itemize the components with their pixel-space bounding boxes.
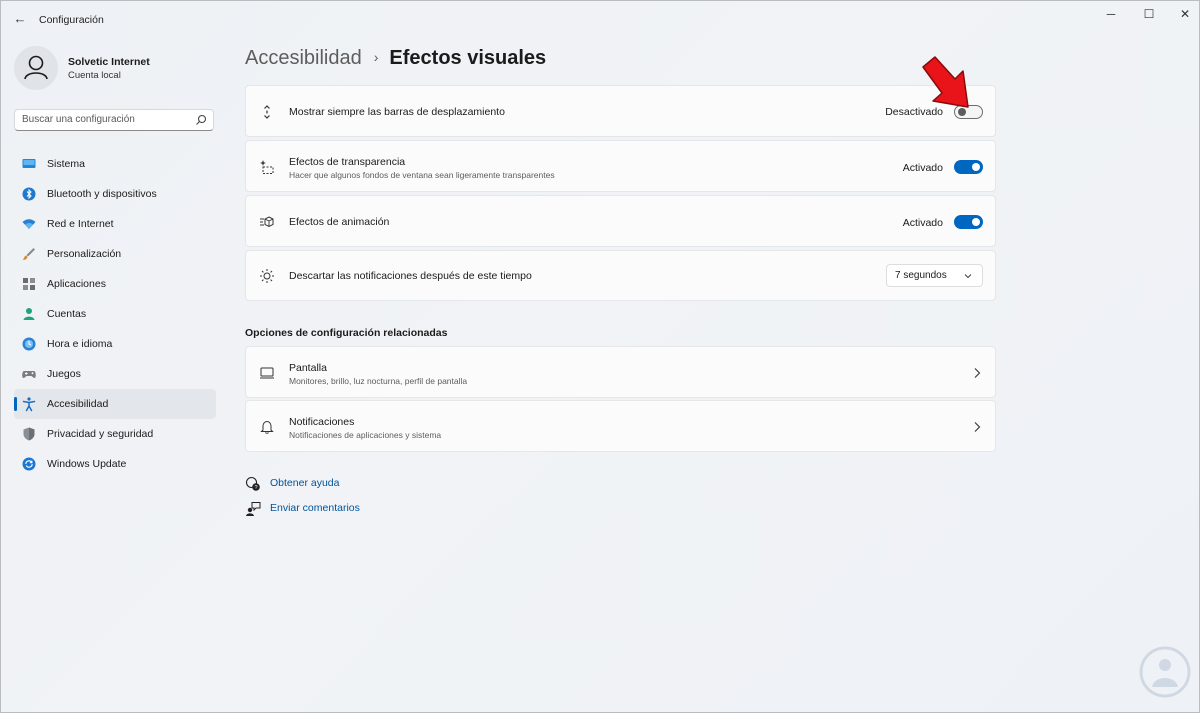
notification-timeout-dropdown[interactable]: 7 segundos xyxy=(886,264,983,287)
title-bar: ← Configuración ─ ☐ ✕ xyxy=(1,1,1199,37)
watermark-logo-icon xyxy=(1139,646,1191,698)
sidebar-item-aplicaciones[interactable]: Aplicaciones xyxy=(14,269,216,299)
animation-toggle[interactable] xyxy=(954,215,983,229)
bluetooth-icon xyxy=(22,187,36,201)
svg-text:?: ? xyxy=(254,485,257,491)
shield-icon xyxy=(23,427,35,441)
related-description: Notificaciones de aplicaciones y sistema xyxy=(289,430,442,440)
notification-timeout-setting: Descartar las notificaciones después de … xyxy=(245,250,996,301)
dropdown-value: 7 segundos xyxy=(895,270,947,281)
sidebar-item-label: Personalización xyxy=(47,248,122,260)
chevron-down-icon xyxy=(964,274,972,279)
avatar[interactable] xyxy=(14,46,58,90)
sidebar-item-label: Accesibilidad xyxy=(47,398,109,410)
related-section-title: Opciones de configuración relacionadas xyxy=(245,327,448,339)
sidebar-item-label: Privacidad y seguridad xyxy=(47,428,154,440)
setting-title: Mostrar siempre las barras de desplazami… xyxy=(289,106,505,118)
sidebar-item-label: Sistema xyxy=(47,158,85,170)
scrollbars-setting: Mostrar siempre las barras de desplazami… xyxy=(245,85,996,137)
annotation-arrow-icon xyxy=(922,56,969,108)
search-box[interactable] xyxy=(14,109,214,131)
display-icon xyxy=(260,367,274,379)
system-icon xyxy=(22,159,36,168)
toggle-state-label: Activado xyxy=(902,217,943,229)
search-icon[interactable] xyxy=(195,114,207,126)
sidebar-item-label: Aplicaciones xyxy=(47,278,106,290)
toggle-state-label: Activado xyxy=(902,162,943,174)
sidebar-item-accesibilidad[interactable]: Accesibilidad xyxy=(14,389,216,419)
breadcrumb: Accesibilidad › Efectos visuales xyxy=(245,45,546,72)
toggle-knob xyxy=(972,163,980,171)
get-help-label[interactable]: Obtener ayuda xyxy=(270,477,339,489)
maximize-icon[interactable]: ☐ xyxy=(1131,5,1167,23)
sidebar-item-privacidad[interactable]: Privacidad y seguridad xyxy=(14,419,216,449)
account-type: Cuenta local xyxy=(68,70,121,81)
sidebar-item-label: Bluetooth y dispositivos xyxy=(47,188,157,200)
brush-icon xyxy=(23,248,35,260)
wifi-icon xyxy=(22,219,36,229)
user-name: Solvetic Internet xyxy=(68,56,150,68)
gamepad-icon xyxy=(22,371,36,378)
chevron-right-icon xyxy=(974,368,981,378)
sidebar-item-label: Juegos xyxy=(47,368,81,380)
sidebar-item-windows-update[interactable]: Windows Update xyxy=(14,449,216,479)
help-icon: ? xyxy=(245,476,260,491)
sidebar-item-red[interactable]: Red e Internet xyxy=(14,209,216,239)
send-feedback-label[interactable]: Enviar comentarios xyxy=(270,502,360,514)
scrollbar-icon xyxy=(264,105,270,119)
sidebar-item-cuentas[interactable]: Cuentas xyxy=(14,299,216,329)
related-item-pantalla[interactable]: Pantalla Monitores, brillo, luz nocturna… xyxy=(245,346,996,398)
sidebar-item-label: Hora e idioma xyxy=(47,338,113,350)
sun-timer-icon xyxy=(260,269,274,283)
close-icon[interactable]: ✕ xyxy=(1167,5,1199,23)
bell-icon xyxy=(260,420,274,434)
sidebar-item-label: Windows Update xyxy=(47,458,127,470)
related-title: Pantalla xyxy=(289,362,327,374)
update-icon xyxy=(22,457,36,471)
minimize-icon[interactable]: ─ xyxy=(1093,5,1129,23)
toggle-knob xyxy=(972,218,980,226)
sidebar-item-sistema[interactable]: Sistema xyxy=(14,149,216,179)
sidebar-item-hora[interactable]: Hora e idioma xyxy=(14,329,216,359)
chevron-right-icon xyxy=(974,422,981,432)
user-icon xyxy=(24,55,48,80)
back-arrow-icon[interactable]: ← xyxy=(11,10,29,28)
sidebar-item-bluetooth[interactable]: Bluetooth y dispositivos xyxy=(14,179,216,209)
transparency-setting: Efectos de transparencia Hacer que algun… xyxy=(245,140,996,192)
time-language-icon xyxy=(22,337,36,351)
related-item-notificaciones[interactable]: Notificaciones Notificaciones de aplicac… xyxy=(245,400,996,452)
animation-setting: Efectos de animación Activado xyxy=(245,195,996,247)
accessibility-icon xyxy=(22,397,36,412)
breadcrumb-parent[interactable]: Accesibilidad xyxy=(245,47,362,69)
sidebar-nav: Sistema Bluetooth y dispositivos Red e I… xyxy=(14,149,216,479)
page-title: Efectos visuales xyxy=(389,47,547,69)
setting-title: Efectos de transparencia xyxy=(289,156,406,168)
setting-title: Descartar las notificaciones después de … xyxy=(289,270,532,282)
related-title: Notificaciones xyxy=(289,416,355,428)
sidebar-item-juegos[interactable]: Juegos xyxy=(14,359,216,389)
app-title: Configuración xyxy=(39,14,104,26)
transparency-toggle[interactable] xyxy=(954,160,983,174)
search-input[interactable] xyxy=(22,114,192,125)
breadcrumb-separator: › xyxy=(373,49,379,65)
sidebar-item-label: Red e Internet xyxy=(47,218,114,230)
animation-icon xyxy=(260,216,274,228)
sidebar-item-personalizacion[interactable]: Personalización xyxy=(14,239,216,269)
transparency-icon xyxy=(260,160,274,174)
related-description: Monitores, brillo, luz nocturna, perfil … xyxy=(289,376,468,386)
accounts-icon xyxy=(23,308,35,320)
feedback-icon xyxy=(246,502,261,516)
setting-title: Efectos de animación xyxy=(289,216,390,228)
setting-description: Hacer que algunos fondos de ventana sean… xyxy=(289,170,555,180)
sidebar-item-label: Cuentas xyxy=(47,308,87,320)
settings-window: ← Configuración ─ ☐ ✕ Solvetic Internet … xyxy=(0,0,1200,713)
apps-icon xyxy=(23,278,35,290)
